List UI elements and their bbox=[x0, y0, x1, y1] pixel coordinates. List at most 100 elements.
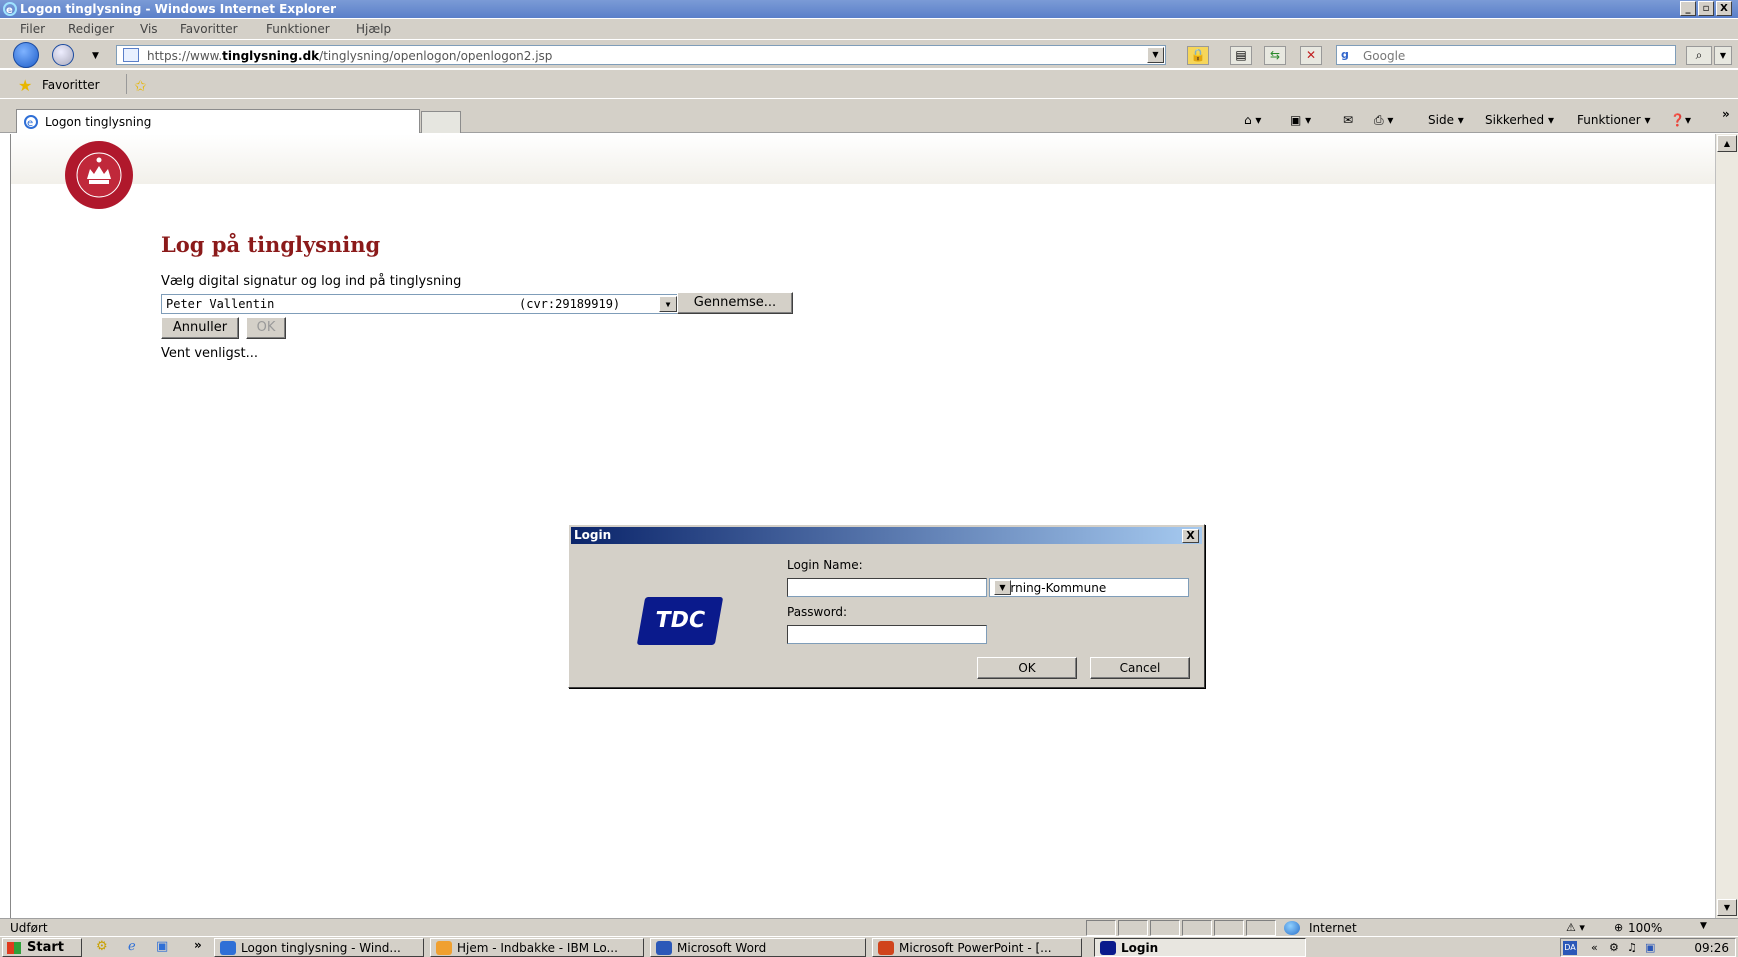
address-dropdown-icon[interactable]: ▼ bbox=[1147, 47, 1164, 63]
tab-label: Logon tinglysning bbox=[45, 115, 152, 129]
chevron-down-icon[interactable]: ▼ bbox=[994, 580, 1011, 595]
cancel-button[interactable]: Annuller bbox=[161, 317, 239, 339]
taskbar-item-lotus[interactable]: Hjem - Indbakke - IBM Lo... bbox=[430, 938, 644, 957]
status-bar: Udført Internet ⚠ ▾ ⊕ 100% ▼ bbox=[0, 918, 1738, 936]
quicklaunch-desktop-icon[interactable]: ▣ bbox=[156, 939, 168, 954]
password-label: Password: bbox=[787, 605, 848, 619]
task-label: Hjem - Indbakke - IBM Lo... bbox=[457, 941, 618, 955]
menu-file[interactable]: Filer bbox=[20, 22, 45, 36]
tab-bar: e Logon tinglysning ⌂ ▾ ▣ ▾ ✉ ⎙ ▾ Side ▾… bbox=[0, 99, 1738, 133]
menu-help[interactable]: Hjælp bbox=[356, 22, 391, 36]
status-cell bbox=[1214, 920, 1244, 936]
feeds-icon[interactable]: ▣ ▾ bbox=[1290, 113, 1311, 127]
status-cell bbox=[1246, 920, 1276, 936]
taskbar-item-ie[interactable]: Logon tinglysning - Wind... bbox=[214, 938, 424, 957]
language-icon[interactable]: DA bbox=[1563, 941, 1577, 955]
menu-tools[interactable]: Funktioner bbox=[266, 22, 330, 36]
window-titlebar: e Logon tinglysning - Windows Internet E… bbox=[0, 0, 1738, 18]
ie-icon: e bbox=[3, 2, 17, 16]
minimize-button[interactable]: _ bbox=[1680, 1, 1696, 16]
tab-logon-tinglysning[interactable]: e Logon tinglysning bbox=[16, 109, 420, 133]
taskbar-item-powerpoint[interactable]: Microsoft PowerPoint - [... bbox=[872, 938, 1082, 957]
browse-button[interactable]: Gennemse... bbox=[677, 292, 793, 314]
taskbar: Start ⚙ ℯ ▣ » Logon tinglysning - Wind..… bbox=[0, 936, 1738, 957]
recent-pages-dropdown-icon[interactable]: ▼ bbox=[92, 51, 99, 61]
scroll-down-icon[interactable]: ▼ bbox=[1717, 899, 1737, 916]
svg-text:e: e bbox=[27, 118, 33, 129]
ok-button-disabled[interactable]: OK bbox=[246, 317, 286, 339]
security-menu[interactable]: Sikkerhed ▾ bbox=[1485, 113, 1554, 127]
word-icon bbox=[656, 941, 672, 955]
close-window-button[interactable]: X bbox=[1716, 1, 1732, 16]
search-options-icon[interactable]: ▼ bbox=[1714, 46, 1732, 65]
menu-view[interactable]: Vis bbox=[140, 22, 158, 36]
chevron-more-icon[interactable]: » bbox=[1722, 107, 1730, 121]
start-button[interactable]: Start bbox=[2, 938, 82, 957]
court-seal-logo bbox=[31, 139, 167, 211]
login-name-label: Login Name: bbox=[787, 558, 863, 572]
mail-icon[interactable]: ✉ bbox=[1343, 113, 1353, 127]
taskbar-item-word[interactable]: Microsoft Word bbox=[650, 938, 866, 957]
quicklaunch-icon[interactable]: ⚙ bbox=[96, 939, 108, 954]
windows-logo-icon bbox=[7, 942, 21, 954]
status-cell bbox=[1150, 920, 1180, 936]
zoom-dropdown-icon[interactable]: ▼ bbox=[1700, 921, 1707, 931]
scroll-up-icon[interactable]: ▲ bbox=[1717, 135, 1737, 152]
google-icon: g bbox=[1341, 48, 1357, 63]
taskbar-item-login[interactable]: Login bbox=[1094, 938, 1306, 957]
zoom-level[interactable]: 100% bbox=[1628, 921, 1662, 935]
maximize-button[interactable]: ▫ bbox=[1698, 1, 1714, 16]
status-text: Udført bbox=[10, 921, 48, 935]
home-icon[interactable]: ⌂ ▾ bbox=[1244, 113, 1261, 127]
quicklaunch-ie-icon[interactable]: ℯ bbox=[128, 939, 136, 954]
compatibility-icon[interactable]: ▤ bbox=[1230, 46, 1252, 65]
password-input[interactable] bbox=[787, 625, 987, 644]
url-domain: tinglysning.dk bbox=[222, 49, 320, 63]
clock: 09:26 bbox=[1694, 941, 1729, 955]
menu-edit[interactable]: Rediger bbox=[68, 22, 114, 36]
favorites-star-icon[interactable]: ★ bbox=[18, 76, 32, 95]
chevron-down-icon[interactable]: ▼ bbox=[659, 296, 677, 312]
vertical-scrollbar[interactable]: ▲ ▼ bbox=[1715, 134, 1738, 918]
page-content: Log på tinglysning Vælg digital signatur… bbox=[10, 134, 1716, 918]
task-label: Logon tinglysning - Wind... bbox=[241, 941, 401, 955]
task-label: Microsoft Word bbox=[677, 941, 767, 955]
dialog-cancel-button[interactable]: Cancel bbox=[1090, 657, 1190, 679]
dialog-title: Login bbox=[574, 528, 612, 542]
zoom-icon[interactable]: ⊕ bbox=[1614, 921, 1623, 934]
favorites-bar: ★ Favoritter ✩ bbox=[0, 70, 1738, 98]
dialog-ok-button[interactable]: OK bbox=[977, 657, 1077, 679]
login-name-input[interactable] bbox=[787, 578, 987, 597]
add-favorite-icon[interactable]: ✩ bbox=[134, 77, 147, 95]
security-zone: Internet bbox=[1309, 921, 1357, 935]
menu-bar: Filer Rediger Vis Favoritter Funktioner … bbox=[0, 19, 1738, 39]
forward-button[interactable] bbox=[52, 44, 74, 66]
new-tab-button[interactable] bbox=[421, 111, 461, 133]
help-icon[interactable]: ❓▾ bbox=[1670, 113, 1691, 127]
close-icon[interactable]: X bbox=[1182, 529, 1199, 543]
signature-select[interactable]: Peter Vallentin (cvr:29189919) ▼ bbox=[161, 294, 679, 314]
protected-mode-icon[interactable]: ⚠ ▾ bbox=[1566, 921, 1585, 934]
address-bar[interactable]: https://www.tinglysning.dk/tinglysning/o… bbox=[116, 45, 1166, 65]
menu-favorites[interactable]: Favoritter bbox=[180, 22, 238, 36]
quicklaunch-more-icon[interactable]: » bbox=[194, 938, 202, 952]
refresh-icon[interactable]: ⇆ bbox=[1264, 46, 1286, 65]
signature-name: Peter Vallentin bbox=[166, 297, 275, 311]
page-menu[interactable]: Side ▾ bbox=[1428, 113, 1464, 127]
instruction-text: Vælg digital signatur og log ind på ting… bbox=[161, 274, 462, 289]
domain-select[interactable]: Herning-Kommune ▼ bbox=[989, 578, 1189, 597]
search-icon[interactable]: ⌕ bbox=[1686, 46, 1712, 65]
back-button[interactable] bbox=[13, 42, 39, 68]
lock-icon[interactable]: 🔒 bbox=[1187, 46, 1209, 65]
start-label: Start bbox=[27, 940, 64, 955]
search-input[interactable]: g Google bbox=[1336, 45, 1676, 65]
favorites-button[interactable]: Favoritter bbox=[42, 78, 100, 92]
stop-icon[interactable]: ✕ bbox=[1300, 46, 1322, 65]
tools-menu[interactable]: Funktioner ▾ bbox=[1577, 113, 1651, 127]
print-icon[interactable]: ⎙ ▾ bbox=[1374, 113, 1393, 128]
powerpoint-icon bbox=[878, 941, 894, 955]
page-icon bbox=[123, 48, 139, 62]
url-prefix: https://www. bbox=[147, 49, 223, 63]
status-cell bbox=[1118, 920, 1148, 936]
address-toolbar: ▼ https://www.tinglysning.dk/tinglysning… bbox=[0, 40, 1738, 68]
